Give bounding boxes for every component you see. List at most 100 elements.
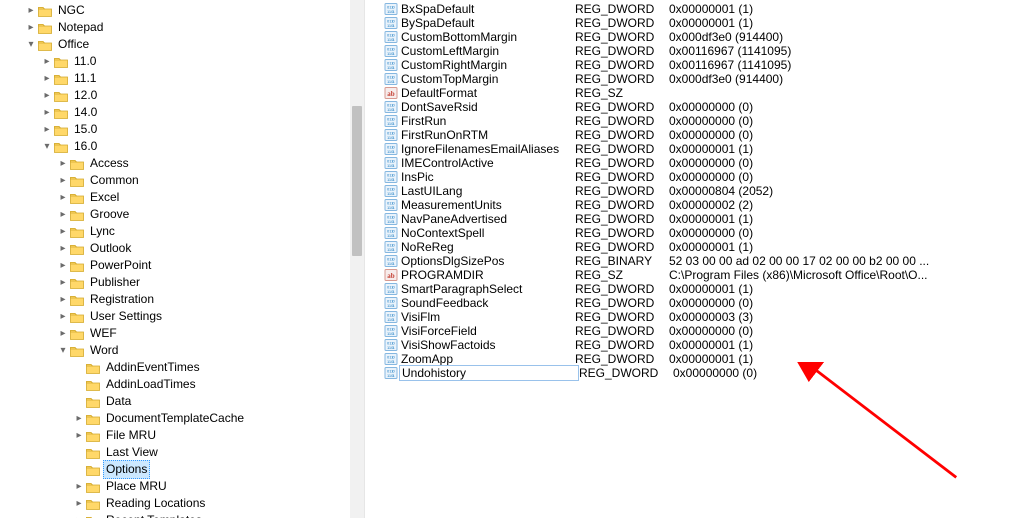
tree-item-label[interactable]: Lync [87,223,118,240]
value-name-editing[interactable]: Undohistory [399,365,579,381]
value-row[interactable]: 011 110 0 1 BxSpaDefaultREG_DWORD0x00000… [383,2,1020,16]
tree-item[interactable]: ▸ Place MRU [0,478,364,495]
tree-item[interactable]: Options [0,461,364,478]
tree-item-label[interactable]: WEF [87,325,120,342]
value-name[interactable]: CustomRightMargin [399,58,575,72]
tree-item-label[interactable]: 15.0 [71,121,100,138]
tree-item-label[interactable]: Publisher [87,274,143,291]
value-row[interactable]: 011 110 0 1 MeasurementUnitsREG_DWORD0x0… [383,198,1020,212]
value-name[interactable]: CustomLeftMargin [399,44,575,58]
value-name[interactable]: ZoomApp [399,352,575,366]
value-name[interactable]: VisiForceField [399,324,575,338]
tree-item-label[interactable]: Registration [87,291,157,308]
value-name[interactable]: NavPaneAdvertised [399,212,575,226]
tree-item[interactable]: ▸ Outlook [0,240,364,257]
tree-item[interactable]: Data [0,393,364,410]
expand-icon[interactable]: ▸ [40,70,54,87]
tree-item-label[interactable]: DocumentTemplateCache [103,410,247,427]
tree-item[interactable]: ▾ Office [0,36,364,53]
value-row[interactable]: 011 110 0 1 CustomRightMarginREG_DWORD0x… [383,58,1020,72]
expand-icon[interactable]: ▸ [56,206,70,223]
tree-item[interactable]: ▾ 16.0 [0,138,364,155]
value-name[interactable]: CustomTopMargin [399,72,575,86]
tree-item-label[interactable]: Office [55,36,92,53]
tree-item[interactable]: ▸ 11.0 [0,53,364,70]
tree-item[interactable]: ▸ Groove [0,206,364,223]
value-name[interactable]: VisiFlm [399,310,575,324]
value-row[interactable]: 011 110 0 1 CustomBottomMarginREG_DWORD0… [383,30,1020,44]
tree-item-label[interactable]: Data [103,393,134,410]
tree-item[interactable]: ▸ File MRU [0,427,364,444]
expand-icon[interactable]: ▸ [40,121,54,138]
tree-item-label[interactable]: AddinLoadTimes [103,376,199,393]
tree-item[interactable]: ▾ Word [0,342,364,359]
tree-item-label[interactable]: 12.0 [71,87,100,104]
value-name[interactable]: FirstRun [399,114,575,128]
tree-scrollbar[interactable] [350,0,364,518]
value-row[interactable]: 011 110 0 1 FirstRunOnRTMREG_DWORD0x0000… [383,128,1020,142]
expand-icon[interactable]: ▸ [40,53,54,70]
expand-icon[interactable]: ▸ [56,223,70,240]
tree-item-label[interactable]: 11.1 [71,70,99,87]
value-name[interactable]: InsPic [399,170,575,184]
tree-item[interactable]: AddinEventTimes [0,359,364,376]
value-name[interactable]: SoundFeedback [399,296,575,310]
expand-icon[interactable]: ▸ [56,308,70,325]
scrollbar-thumb[interactable] [352,106,362,256]
collapse-icon[interactable]: ▾ [24,36,38,53]
tree-item[interactable]: ▸ Reading Locations [0,495,364,512]
expand-icon[interactable]: ▸ [24,2,38,19]
tree-item[interactable]: ▸ 11.1 [0,70,364,87]
tree-item-label[interactable]: Outlook [87,240,134,257]
value-name[interactable]: NoContextSpell [399,226,575,240]
value-row[interactable]: 011 110 0 1 CustomLeftMarginREG_DWORD0x0… [383,44,1020,58]
tree-item-label[interactable]: 16.0 [71,138,100,155]
tree-item[interactable]: ▸ Recent Templates [0,512,364,518]
tree-item-label[interactable]: Access [87,155,132,172]
tree-item-label[interactable]: Place MRU [103,478,170,495]
tree-item-label[interactable]: PowerPoint [87,257,154,274]
value-row[interactable]: 011 110 0 1 DontSaveRsidREG_DWORD0x00000… [383,100,1020,114]
value-row[interactable]: 011 110 0 1 OptionsDlgSizePosREG_BINARY5… [383,254,1020,268]
value-row[interactable]: 011 110 0 1 InsPicREG_DWORD0x00000000 (0… [383,170,1020,184]
expand-icon[interactable]: ▸ [56,291,70,308]
tree-item[interactable]: ▸ NGC [0,2,364,19]
expand-icon[interactable]: ▸ [56,240,70,257]
expand-icon[interactable]: ▸ [56,325,70,342]
tree-item-label[interactable]: Common [87,172,142,189]
value-row[interactable]: 011 110 0 1 CustomTopMarginREG_DWORD0x00… [383,72,1020,86]
value-row[interactable]: ab PROGRAMDIRREG_SZC:\Program Files (x86… [383,268,1020,282]
tree-item[interactable]: ▸ Registration [0,291,364,308]
tree-item-label[interactable]: Recent Templates [103,512,205,518]
value-name[interactable]: OptionsDlgSizePos [399,254,575,268]
value-row[interactable]: 011 110 0 1 NoContextSpellREG_DWORD0x000… [383,226,1020,240]
value-name[interactable]: SmartParagraphSelect [399,282,575,296]
value-row[interactable]: 011 110 0 1 NavPaneAdvertisedREG_DWORD0x… [383,212,1020,226]
value-name[interactable]: MeasurementUnits [399,198,575,212]
value-name[interactable]: FirstRunOnRTM [399,128,575,142]
tree-item[interactable]: ▸ 14.0 [0,104,364,121]
expand-icon[interactable]: ▸ [56,274,70,291]
expand-icon[interactable]: ▸ [56,257,70,274]
expand-icon[interactable]: ▸ [72,427,86,444]
expand-icon[interactable]: ▸ [56,189,70,206]
tree-item-label[interactable]: File MRU [103,427,159,444]
value-name[interactable]: LastUILang [399,184,575,198]
tree-item[interactable]: ▸ Excel [0,189,364,206]
value-name[interactable]: IMEControlActive [399,156,575,170]
tree-item[interactable]: ▸ WEF [0,325,364,342]
value-row[interactable]: 011 110 0 1 SmartParagraphSelectREG_DWOR… [383,282,1020,296]
value-row[interactable]: 011 110 0 1 BySpaDefaultREG_DWORD0x00000… [383,16,1020,30]
collapse-icon[interactable]: ▾ [40,138,54,155]
tree-item[interactable]: ▸ Common [0,172,364,189]
tree-item-label[interactable]: NGC [55,2,88,19]
value-row[interactable]: 011 110 0 1 SoundFeedbackREG_DWORD0x0000… [383,296,1020,310]
expand-icon[interactable]: ▸ [40,87,54,104]
tree-item-label[interactable]: Notepad [55,19,106,36]
expand-icon[interactable]: ▸ [72,512,86,518]
value-row[interactable]: 011 110 0 1 VisiFlmREG_DWORD0x00000003 (… [383,310,1020,324]
value-name[interactable]: CustomBottomMargin [399,30,575,44]
tree-item[interactable]: ▸ Notepad [0,19,364,36]
tree-item-label[interactable]: Word [87,342,121,359]
value-row[interactable]: 011 110 0 1 ZoomAppREG_DWORD0x00000001 (… [383,352,1020,366]
